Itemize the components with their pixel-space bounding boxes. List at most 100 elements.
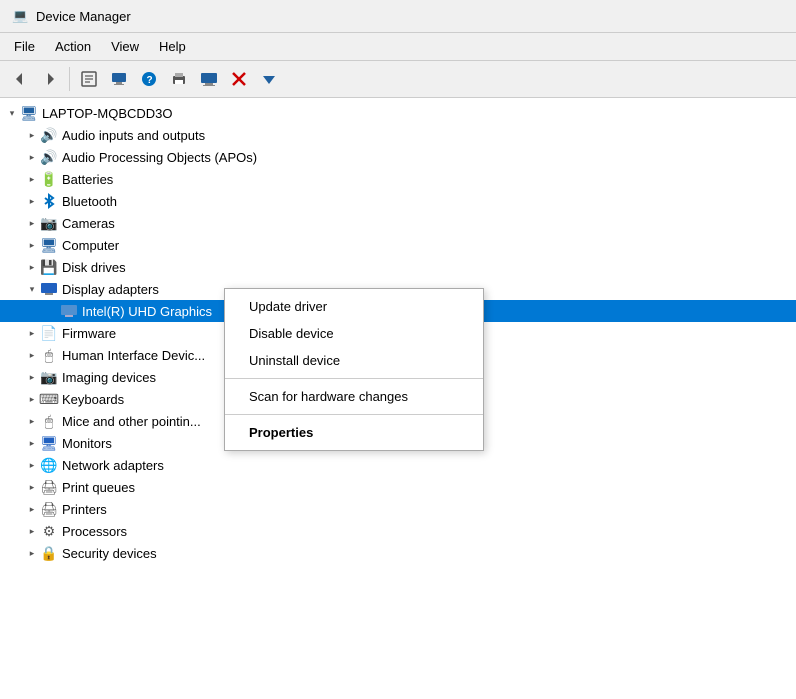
computer-button[interactable] [195, 65, 223, 93]
expand-print-queues[interactable] [24, 479, 40, 495]
update-driver-button[interactable] [105, 65, 133, 93]
computer-icon: 🖥 [40, 236, 58, 254]
audio-inputs-icon: 🔊 [40, 126, 58, 144]
network-icon: 🌐 [40, 456, 58, 474]
tree-item-bluetooth[interactable]: Bluetooth [0, 190, 796, 212]
print-queues-icon: 🖨 [40, 478, 58, 496]
menu-view[interactable]: View [103, 36, 147, 57]
menu-action[interactable]: Action [47, 36, 99, 57]
disk-drives-icon: 💾 [40, 258, 58, 276]
mice-icon: 🖱 [40, 412, 58, 430]
tree-item-disk-drives[interactable]: 💾 Disk drives [0, 256, 796, 278]
scan-button[interactable] [255, 65, 283, 93]
processors-label: Processors [62, 524, 127, 539]
help-button[interactable]: ? [135, 65, 163, 93]
keyboards-label: Keyboards [62, 392, 124, 407]
keyboards-icon: ⌨ [40, 390, 58, 408]
computer-root-icon: 🖥 [20, 104, 38, 122]
cameras-label: Cameras [62, 216, 115, 231]
expand-network[interactable] [24, 457, 40, 473]
context-menu-scan-hardware[interactable]: Scan for hardware changes [225, 383, 483, 410]
batteries-label: Batteries [62, 172, 113, 187]
context-menu-disable-device[interactable]: Disable device [225, 320, 483, 347]
expand-security[interactable] [24, 545, 40, 561]
display-adapters-label: Display adapters [62, 282, 159, 297]
network-label: Network adapters [62, 458, 164, 473]
computer-icon [200, 70, 218, 88]
hid-icon: 🖱 [40, 346, 58, 364]
imaging-label: Imaging devices [62, 370, 156, 385]
firmware-icon: 📄 [40, 324, 58, 342]
batteries-icon: 🔋 [40, 170, 58, 188]
tree-item-security[interactable]: 🔒 Security devices [0, 542, 796, 564]
window-title: Device Manager [36, 9, 131, 24]
back-icon [11, 70, 29, 88]
tree-item-printers[interactable]: 🖨 Printers [0, 498, 796, 520]
forward-button[interactable] [36, 65, 64, 93]
delete-button[interactable] [225, 65, 253, 93]
monitors-label: Monitors [62, 436, 112, 451]
expand-hid[interactable] [24, 347, 40, 363]
expand-firmware[interactable] [24, 325, 40, 341]
bluetooth-icon [40, 192, 58, 210]
expand-root[interactable] [4, 105, 20, 121]
root-label: LAPTOP-MQBCDD3O [42, 106, 173, 121]
properties-button[interactable] [75, 65, 103, 93]
properties-icon [80, 70, 98, 88]
expand-display-adapters[interactable] [24, 281, 40, 297]
monitors-icon: 🖥 [40, 434, 58, 452]
audio-processing-label: Audio Processing Objects (APOs) [62, 150, 257, 165]
context-menu: Update driver Disable device Uninstall d… [224, 288, 484, 451]
intel-uhd-icon [60, 302, 78, 320]
toolbar-sep-1 [69, 67, 70, 91]
tree-root[interactable]: 🖥 LAPTOP-MQBCDD3O [0, 102, 796, 124]
expand-monitors[interactable] [24, 435, 40, 451]
tree-item-print-queues[interactable]: 🖨 Print queues [0, 476, 796, 498]
mice-label: Mice and other pointin... [62, 414, 201, 429]
print-icon [170, 70, 188, 88]
tree-item-network[interactable]: 🌐 Network adapters [0, 454, 796, 476]
expand-processors[interactable] [24, 523, 40, 539]
menu-help[interactable]: Help [151, 36, 194, 57]
expand-audio-processing[interactable] [24, 149, 40, 165]
expand-mice[interactable] [24, 413, 40, 429]
tree-item-batteries[interactable]: 🔋 Batteries [0, 168, 796, 190]
firmware-label: Firmware [62, 326, 116, 341]
app-icon: 💻 [12, 8, 28, 24]
tree-item-cameras[interactable]: 📷 Cameras [0, 212, 796, 234]
cameras-icon: 📷 [40, 214, 58, 232]
print-button[interactable] [165, 65, 193, 93]
expand-cameras[interactable] [24, 215, 40, 231]
audio-processing-icon: 🔊 [40, 148, 58, 166]
expand-audio-inputs[interactable] [24, 127, 40, 143]
menu-file[interactable]: File [6, 36, 43, 57]
tree-item-computer[interactable]: 🖥 Computer [0, 234, 796, 256]
imaging-icon: 📷 [40, 368, 58, 386]
expand-computer[interactable] [24, 237, 40, 253]
expand-batteries[interactable] [24, 171, 40, 187]
tree-item-audio-inputs[interactable]: 🔊 Audio inputs and outputs [0, 124, 796, 146]
printers-icon: 🖨 [40, 500, 58, 518]
context-menu-sep-2 [225, 414, 483, 415]
expand-printers[interactable] [24, 501, 40, 517]
context-menu-update-driver[interactable]: Update driver [225, 293, 483, 320]
context-menu-properties[interactable]: Properties [225, 419, 483, 446]
expand-bluetooth[interactable] [24, 193, 40, 209]
audio-inputs-label: Audio inputs and outputs [62, 128, 205, 143]
tree-item-processors[interactable]: ⚙ Processors [0, 520, 796, 542]
menu-bar: File Action View Help [0, 33, 796, 61]
intel-uhd-label: Intel(R) UHD Graphics [82, 304, 212, 319]
delete-icon [230, 70, 248, 88]
monitor-icon [110, 70, 128, 88]
context-menu-uninstall-device[interactable]: Uninstall device [225, 347, 483, 374]
svg-text:?: ? [147, 75, 153, 86]
expand-imaging[interactable] [24, 369, 40, 385]
computer-label: Computer [62, 238, 119, 253]
disk-drives-label: Disk drives [62, 260, 126, 275]
expand-keyboards[interactable] [24, 391, 40, 407]
forward-icon [41, 70, 59, 88]
tree-item-audio-processing[interactable]: 🔊 Audio Processing Objects (APOs) [0, 146, 796, 168]
expand-disk-drives[interactable] [24, 259, 40, 275]
bluetooth-label: Bluetooth [62, 194, 117, 209]
back-button[interactable] [6, 65, 34, 93]
